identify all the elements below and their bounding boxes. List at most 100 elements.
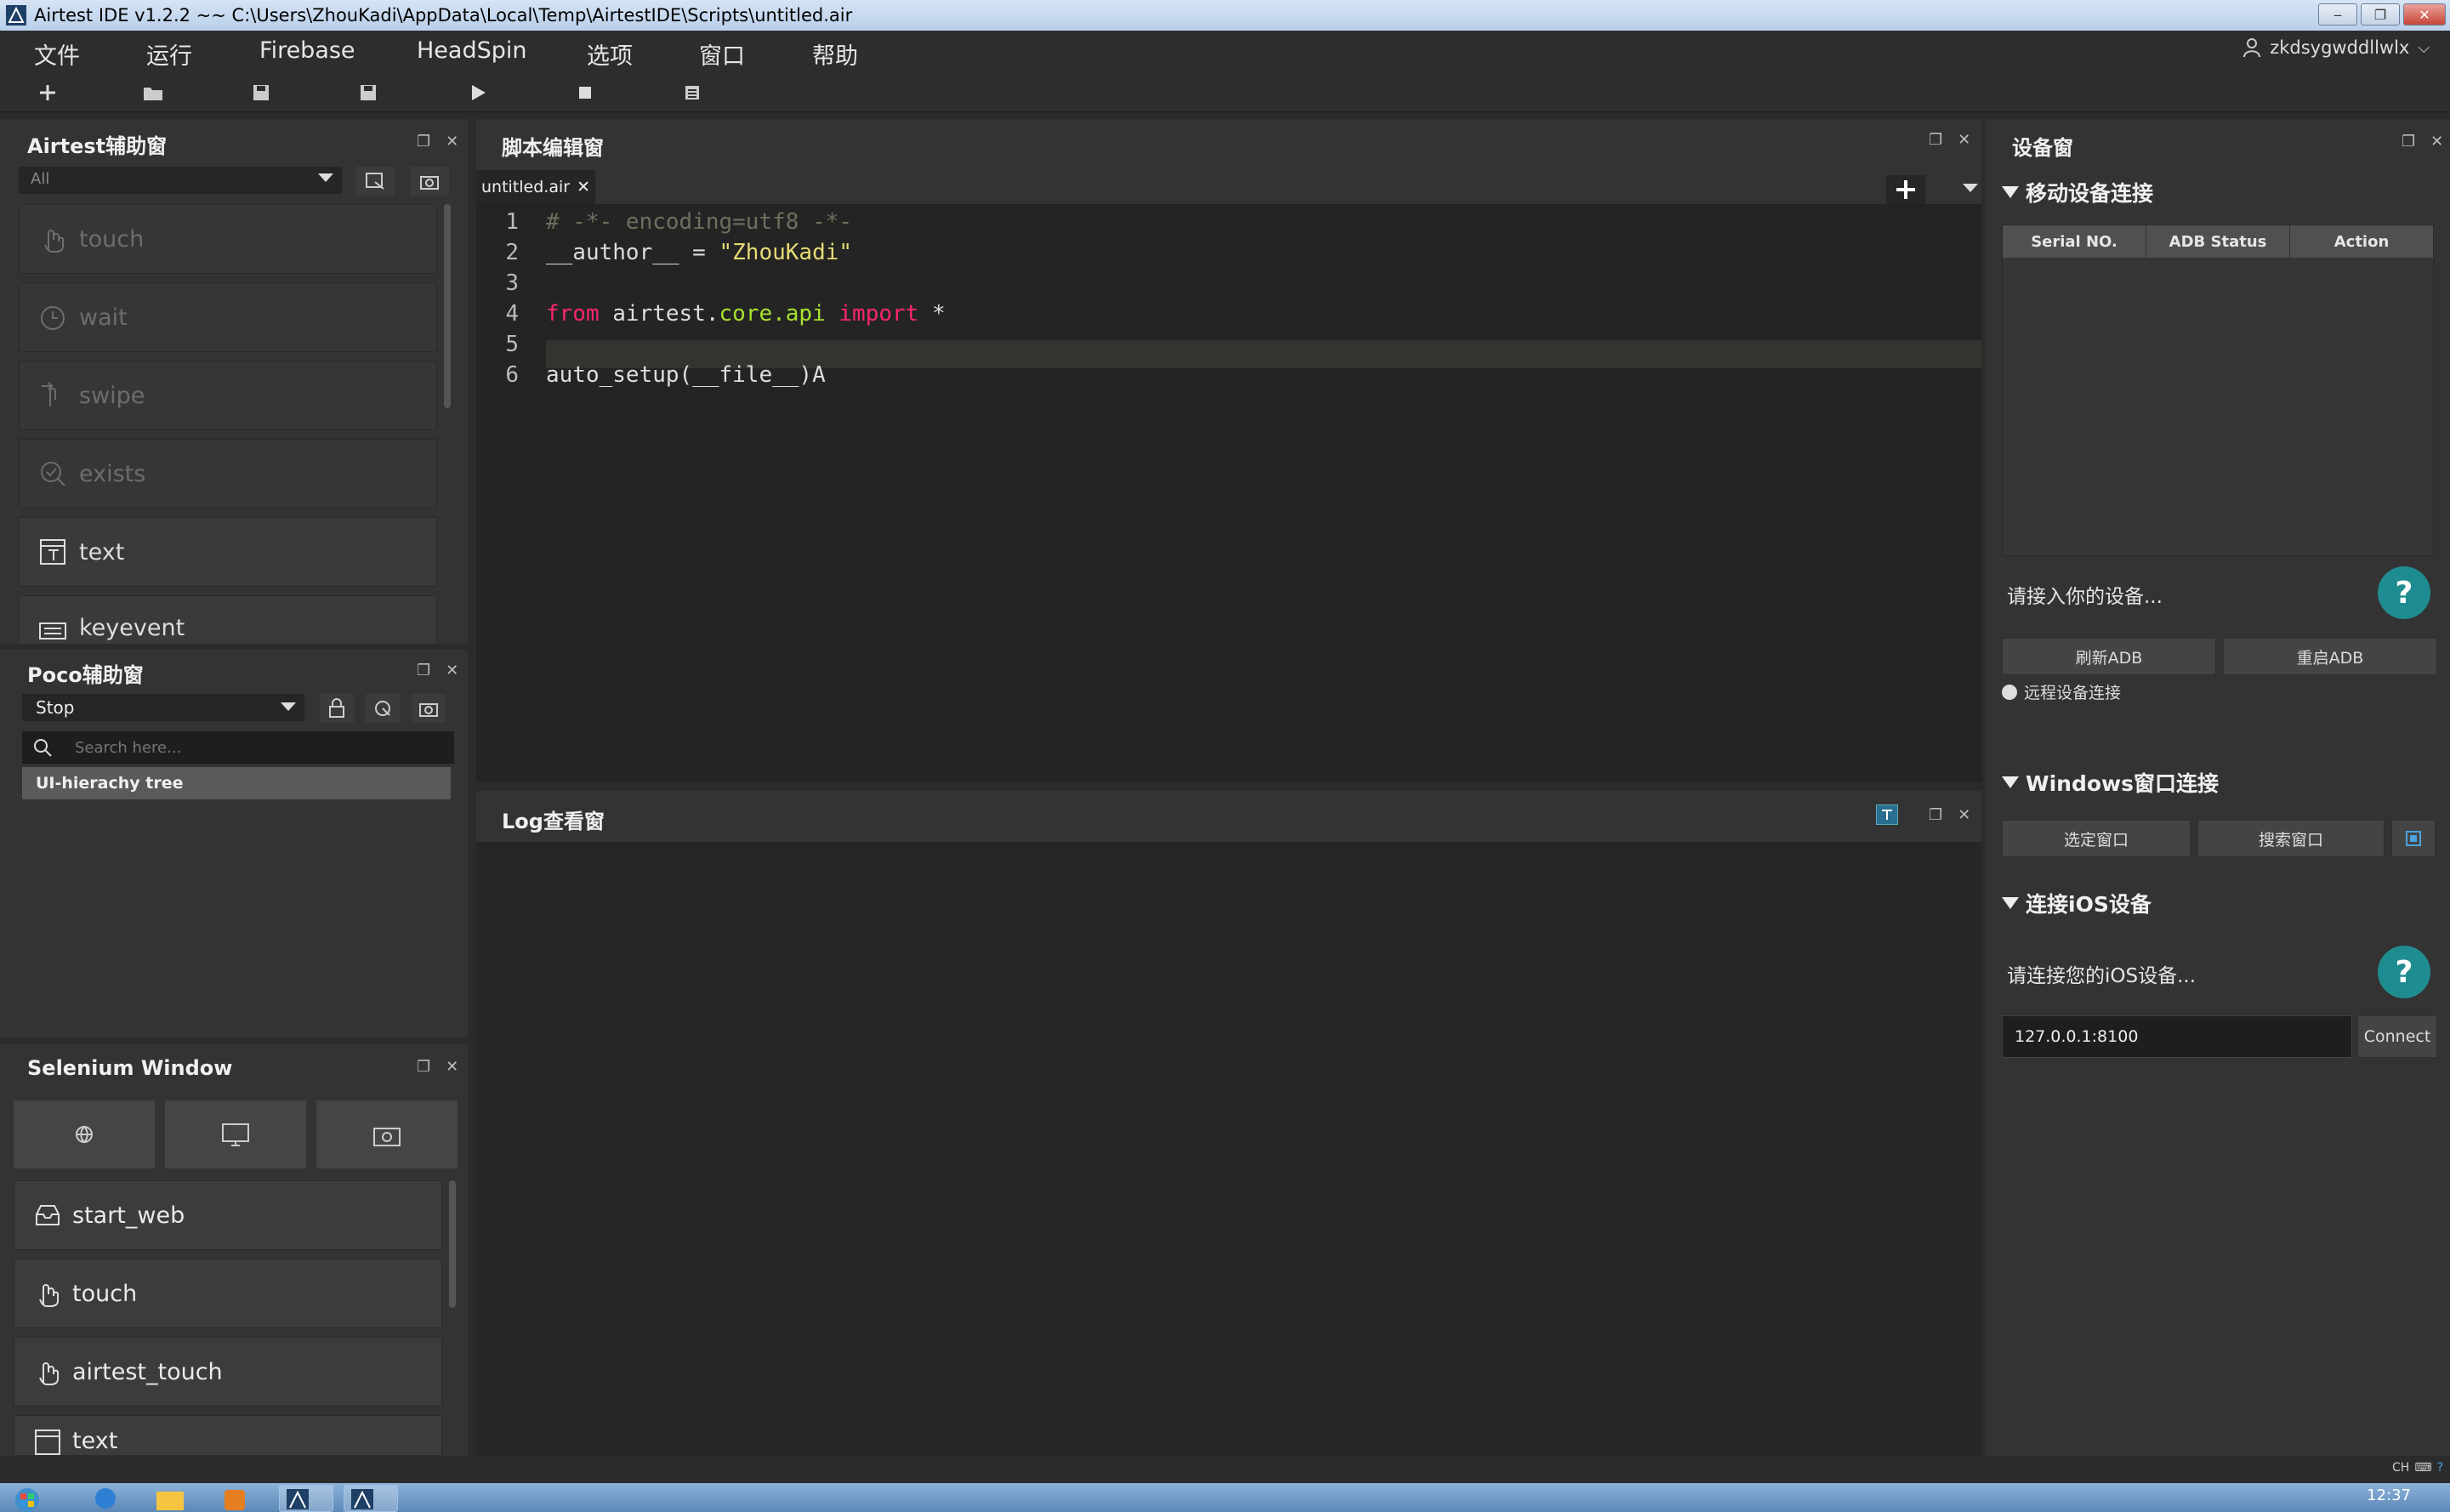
new-script-button[interactable] [34, 80, 61, 105]
airtest-cmd-exists[interactable]: exists [19, 439, 437, 509]
cmd-label: airtest_touch [72, 1358, 223, 1385]
airtest-filter-select[interactable]: All [19, 167, 342, 194]
airtest-cmd-wait[interactable]: wait [19, 282, 437, 352]
select-window-button[interactable]: 选定窗口 [2002, 820, 2191, 857]
tab-list-dropdown-icon[interactable] [1963, 184, 1978, 192]
close-icon[interactable]: ✕ [446, 662, 458, 679]
column-adb-status[interactable]: ADB Status [2146, 225, 2290, 258]
run-button[interactable] [464, 80, 492, 105]
device-help-button[interactable]: ? [2378, 566, 2430, 619]
start-button[interactable] [10, 1485, 61, 1512]
selenium-cmd-touch[interactable]: touch [14, 1259, 442, 1328]
log-filter-button[interactable] [1876, 804, 1898, 825]
float-icon[interactable]: ❐ [2402, 133, 2415, 151]
float-icon[interactable]: ❐ [417, 662, 430, 679]
ios-connect-button[interactable]: Connect [2357, 1015, 2437, 1058]
poco-mode-select[interactable]: Stop [22, 694, 304, 721]
menu-options[interactable]: 选项 [587, 37, 633, 71]
close-icon[interactable]: ✕ [1958, 131, 1970, 149]
float-icon[interactable]: ❐ [1929, 806, 1942, 824]
image-record-button[interactable] [355, 167, 395, 196]
report-button[interactable] [679, 80, 706, 105]
menu-file[interactable]: 文件 [34, 37, 80, 71]
float-icon[interactable]: ❐ [1929, 131, 1942, 149]
close-window-button[interactable]: ✕ [2403, 3, 2446, 26]
ui-hierarchy-tree-item[interactable]: UI-hierachy tree [22, 767, 451, 799]
open-script-button[interactable] [139, 80, 167, 105]
float-icon[interactable]: ❐ [417, 133, 430, 151]
airtest-cmd-text[interactable]: text [19, 517, 437, 587]
restart-adb-button[interactable]: 重启ADB [2223, 638, 2437, 675]
close-tab-icon[interactable]: ✕ [577, 178, 590, 196]
taskbar-media[interactable] [218, 1485, 259, 1512]
monitor-icon [222, 1123, 249, 1146]
save-as-button[interactable] [355, 80, 382, 105]
search-window-button[interactable]: 搜索窗口 [2197, 820, 2385, 857]
airtest-cmd-touch[interactable]: touch [19, 204, 437, 274]
code-line[interactable]: 3 [476, 269, 1981, 297]
maximize-button[interactable]: ❐ [2361, 3, 2400, 26]
mobile-section-header[interactable]: 移动设备连接 [2002, 177, 2153, 207]
airtest-scrollbar[interactable] [444, 204, 451, 408]
new-tab-button[interactable] [1886, 175, 1925, 204]
windows-section-header[interactable]: Windows窗口连接 [2002, 767, 2219, 798]
remote-connect-radio[interactable]: 远程设备连接 [2002, 680, 2121, 703]
float-icon[interactable]: ❐ [417, 1058, 430, 1076]
menu-run[interactable]: 运行 [146, 37, 192, 71]
taskbar-airtest-2[interactable] [344, 1485, 398, 1512]
close-icon[interactable]: ✕ [446, 133, 458, 151]
code-line[interactable]: 4 from airtest. core.api import * [476, 299, 1981, 327]
poco-camera-button[interactable] [412, 694, 446, 723]
selenium-camera-button[interactable] [316, 1100, 458, 1168]
ios-help-button[interactable]: ? [2378, 946, 2430, 998]
code-line[interactable]: 2 __author__ = "ZhouKadi" [476, 238, 1981, 266]
window-embed-button[interactable] [2391, 820, 2436, 857]
refresh-button[interactable] [366, 694, 400, 723]
taskbar-airtest-1[interactable] [279, 1485, 333, 1512]
user-account[interactable]: zkdsygwddllwlx ⌵ [2243, 37, 2430, 58]
code-line[interactable]: 5 [476, 330, 1981, 358]
selenium-scrollbar[interactable] [449, 1180, 456, 1308]
keyboard-icon[interactable]: ⌨ [2414, 1461, 2431, 1475]
close-icon[interactable]: ✕ [446, 1058, 458, 1076]
screen-button[interactable] [165, 1100, 306, 1168]
selenium-cmd-airtest-touch[interactable]: airtest_touch [14, 1337, 442, 1407]
code-editor[interactable]: 1 # -*- encoding=utf8 -*- 2 __author__ = "Z… [476, 204, 1981, 782]
taskbar-explorer[interactable] [153, 1485, 194, 1512]
line-number: 2 [505, 239, 519, 265]
save-button[interactable] [247, 80, 275, 105]
record-icon [366, 173, 384, 190]
code-line[interactable]: 1 # -*- encoding=utf8 -*- [476, 207, 1981, 236]
poco-search-box[interactable] [22, 731, 454, 764]
minimize-button[interactable]: ‒ [2318, 3, 2357, 26]
close-icon[interactable]: ✕ [1958, 806, 1970, 824]
help-icon[interactable]: ? [2437, 1461, 2443, 1475]
menu-headspin[interactable]: HeadSpin [417, 37, 527, 64]
taskbar-ie[interactable] [88, 1485, 129, 1512]
tab-untitled-air[interactable]: untitled.air ✕ [476, 170, 595, 204]
airtest-cmd-keyevent[interactable]: keyevent [19, 595, 437, 645]
selenium-cmd-text[interactable]: text [14, 1415, 442, 1456]
camera-button[interactable] [410, 167, 449, 196]
ios-section-header[interactable]: 连接iOS设备 [2002, 888, 2152, 918]
column-serial[interactable]: Serial NO. [2003, 225, 2146, 258]
browser-globe-button[interactable] [14, 1100, 155, 1168]
refresh-adb-button[interactable]: 刷新ADB [2002, 638, 2216, 675]
code-token: * [918, 300, 946, 327]
clock[interactable]: 12:37 [2367, 1486, 2411, 1504]
poco-search-input[interactable] [75, 735, 441, 760]
close-icon[interactable]: ✕ [2430, 133, 2443, 151]
menu-help[interactable]: 帮助 [812, 37, 858, 71]
airtest-cmd-swipe[interactable]: swipe [19, 361, 437, 430]
ios-address-input[interactable] [2002, 1015, 2352, 1058]
lock-button[interactable] [320, 694, 354, 723]
menu-window[interactable]: 窗口 [699, 37, 745, 71]
selenium-cmd-start-web[interactable]: start_web [14, 1180, 442, 1250]
ime-indicator[interactable]: CH [2392, 1461, 2409, 1475]
menu-firebase[interactable]: Firebase [259, 37, 355, 64]
collapse-triangle-icon [2002, 186, 2019, 198]
stop-button[interactable] [571, 80, 599, 105]
code-line[interactable]: 6 auto_setup(__file__)A [476, 361, 1981, 389]
column-action[interactable]: Action [2290, 225, 2433, 258]
hand-icon [44, 230, 64, 253]
